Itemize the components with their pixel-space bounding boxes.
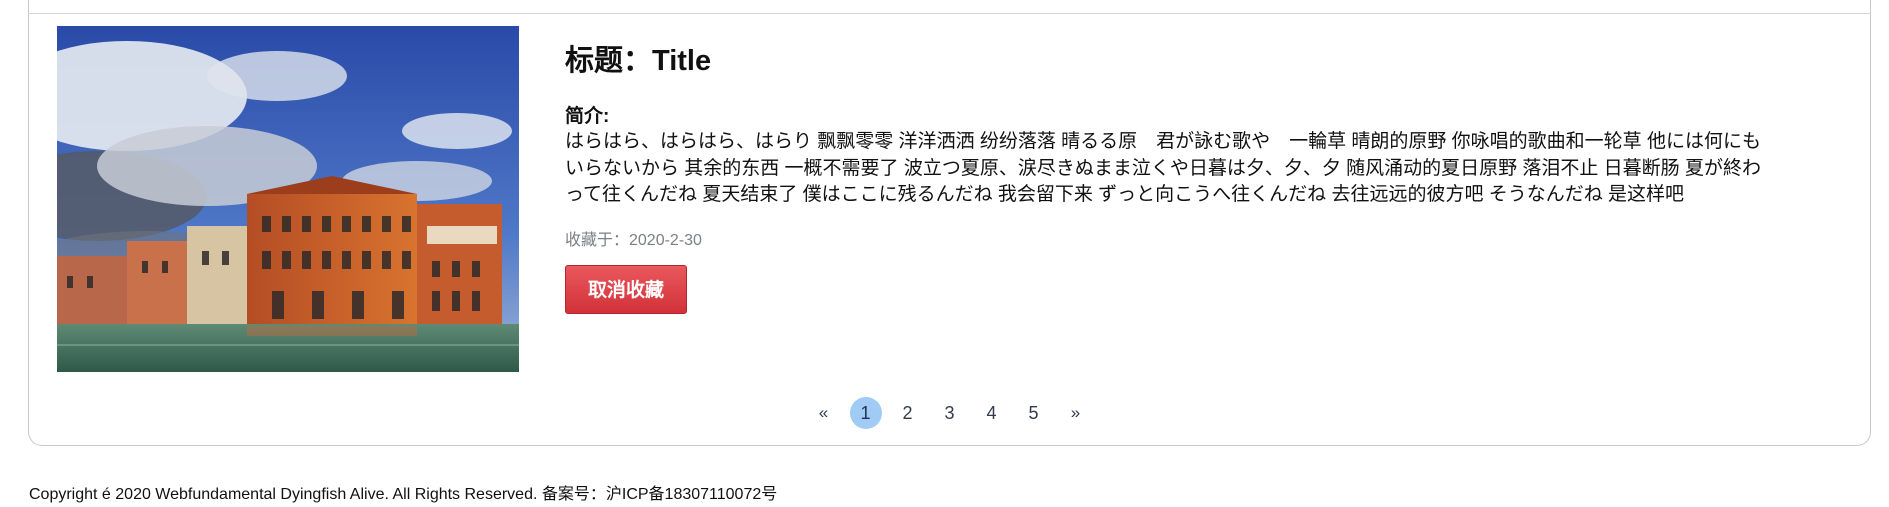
pagination-page-2[interactable]: 2 xyxy=(892,397,924,429)
pagination-page-5[interactable]: 5 xyxy=(1018,397,1050,429)
pagination-prev[interactable]: « xyxy=(808,397,840,429)
pagination: « 1 2 3 4 5 » xyxy=(29,397,1870,429)
unfavorite-button[interactable]: 取消收藏 xyxy=(565,264,687,314)
favorite-thumbnail-image[interactable] xyxy=(57,26,519,372)
pagination-page-1[interactable]: 1 xyxy=(849,397,882,429)
intro-text: はらはら、はらはら、はらり 飘飘零零 洋洋洒洒 纷纷落落 晴るる原 君が詠む歌や… xyxy=(565,131,1761,205)
card-top-divider xyxy=(28,13,1871,14)
pagination-page-4[interactable]: 4 xyxy=(976,397,1008,429)
favorite-info: 标题：Title 简介: はらはら、はらはら、はらり 飘飘零零 洋洋洒洒 纷纷落… xyxy=(565,40,1775,314)
intro-label: 简介: xyxy=(565,106,610,127)
saved-date: 收藏于：2020-2-30 xyxy=(565,231,702,249)
footer-copyright: Copyright é 2020 Webfundamental Dyingfis… xyxy=(29,486,778,503)
pagination-next[interactable]: » xyxy=(1060,397,1092,429)
pagination-page-3[interactable]: 3 xyxy=(934,397,966,429)
favorite-title[interactable]: 标题：Title xyxy=(565,40,1775,82)
